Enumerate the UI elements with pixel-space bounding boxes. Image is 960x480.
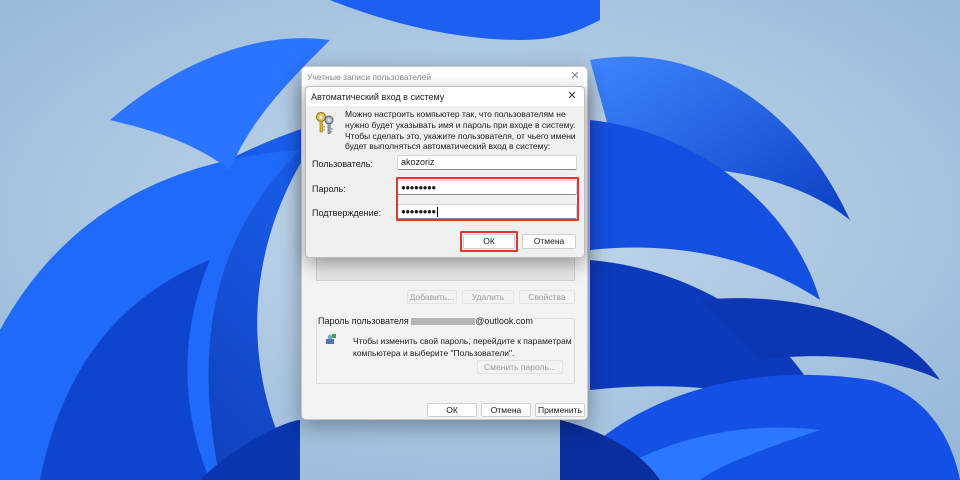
password-change-instructions: Чтобы изменить свой пароль, перейдите к … [353, 336, 572, 358]
add-user-button[interactable]: Добавить... [407, 290, 457, 304]
confirm-label: Подтверждение: [312, 208, 382, 218]
properties-button[interactable]: Свойства [519, 290, 575, 304]
auto-signin-titlebar[interactable]: Автоматический вход в систему ✕ [306, 87, 584, 106]
change-password-button[interactable]: Сменить пароль... [477, 360, 563, 374]
redacted-email [411, 318, 476, 326]
apply-button[interactable]: Применить [535, 403, 585, 417]
dialog-cancel-button[interactable]: Отмена [522, 234, 576, 249]
users-list[interactable] [316, 255, 575, 281]
remove-user-button[interactable]: Удалить [462, 290, 514, 304]
ok-button[interactable]: ОК [427, 403, 477, 417]
close-icon[interactable]: ✕ [566, 90, 578, 102]
user-field[interactable]: akozoriz [397, 155, 577, 170]
close-icon[interactable]: ✕ [569, 70, 581, 82]
auto-signin-dialog: Автоматический вход в систему ✕ Можно на… [305, 86, 585, 258]
auto-signin-title: Автоматический вход в систему [311, 92, 445, 102]
ok-button-highlight [460, 231, 518, 252]
user-accounts-titlebar[interactable]: Учетные записи пользователей ✕ [302, 67, 587, 87]
user-accounts-title: Учетные записи пользователей [307, 72, 432, 82]
password-group-label: Пароль пользователя @outlook.com [318, 316, 533, 326]
user-icon [326, 334, 336, 344]
keys-icon [316, 112, 334, 134]
cancel-button[interactable]: Отмена [481, 403, 531, 417]
password-group-label-prefix: Пароль пользователя [318, 316, 409, 326]
password-group-label-suffix: @outlook.com [475, 316, 533, 326]
password-fields-highlight [396, 177, 579, 221]
user-label: Пользователь: [312, 159, 373, 169]
auto-signin-description: Можно настроить компьютер так, что польз… [345, 109, 576, 152]
password-label: Пароль: [312, 184, 346, 194]
